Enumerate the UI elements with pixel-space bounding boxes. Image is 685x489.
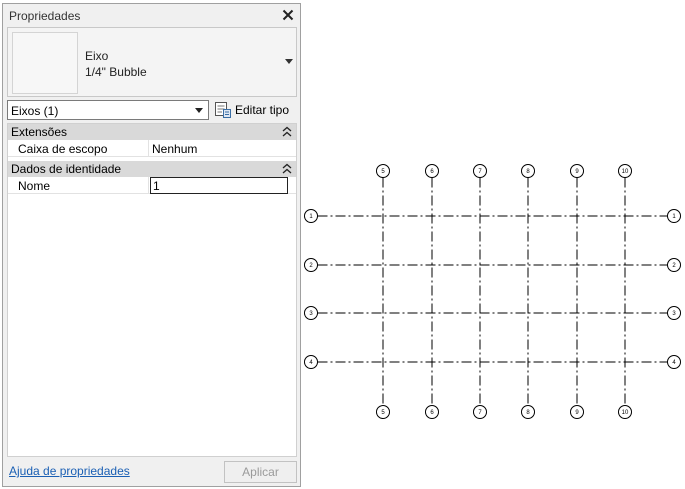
instance-filter-dropdown[interactable]: Eixos (1) [7, 100, 209, 120]
edit-type-icon [215, 102, 231, 118]
grid-bubble-left-2[interactable]: 2 [304, 258, 318, 272]
grid-bubble-top-5[interactable]: 5 [376, 164, 390, 178]
property-name: Caixa de escopo [18, 142, 108, 156]
column-divider [148, 140, 149, 157]
grid-bubble-top-9[interactable]: 9 [570, 164, 584, 178]
properties-palette: Propriedades Eixo 1/4" Bubble Eixos (1) … [2, 3, 301, 487]
collapse-icon[interactable] [282, 163, 292, 175]
group-label: Extensões [11, 125, 68, 139]
grid-bubble-bottom-5[interactable]: 5 [376, 405, 390, 419]
grid-drawing-canvas[interactable]: 5 5 6 6 7 7 8 8 9 9 10 10 1 1 2 2 3 3 4 4 [301, 0, 685, 489]
edit-type-button[interactable]: Editar tipo [214, 99, 300, 121]
group-label: Dados de identidade [11, 162, 122, 176]
collapse-icon[interactable] [282, 126, 292, 138]
chevron-down-icon [195, 108, 203, 113]
palette-title: Propriedades [9, 9, 81, 23]
grid-bubble-label: 10 [622, 410, 629, 416]
property-row-caixa-de-escopo[interactable]: Caixa de escopo Nenhum [8, 140, 296, 157]
grid-bubble-bottom-6[interactable]: 6 [425, 405, 439, 419]
palette-title-bar[interactable]: Propriedades [3, 4, 300, 26]
grid-bubble-top-8[interactable]: 8 [521, 164, 535, 178]
grid-bubble-top-10[interactable]: 10 [618, 164, 632, 178]
edit-type-label: Editar tipo [235, 103, 290, 117]
property-value[interactable]: Nenhum [152, 142, 197, 156]
instance-filter-label: Eixos (1) [11, 104, 59, 118]
grid-bubble-top-7[interactable]: 7 [473, 164, 487, 178]
properties-help-link[interactable]: Ajuda de propriedades [9, 464, 130, 478]
group-header-dados-de-identidade[interactable]: Dados de identidade [8, 161, 296, 177]
grid-bubble-right-3[interactable]: 3 [667, 306, 681, 320]
grid-bubble-left-1[interactable]: 1 [304, 209, 318, 223]
grid-bubble-bottom-9[interactable]: 9 [570, 405, 584, 419]
grid-bubble-top-6[interactable]: 6 [425, 164, 439, 178]
properties-grid: Extensões Caixa de escopo Nenhum Dados d… [7, 123, 297, 457]
type-dropdown-arrow-icon[interactable] [285, 59, 293, 64]
grid-bubble-bottom-8[interactable]: 8 [521, 405, 535, 419]
close-icon[interactable] [280, 7, 296, 23]
grid-bubble-left-3[interactable]: 3 [304, 306, 318, 320]
name-input[interactable] [150, 177, 288, 194]
type-name-label: 1/4" Bubble [85, 65, 147, 79]
grid-bubble-right-4[interactable]: 4 [667, 355, 681, 369]
property-row-nome[interactable]: Nome [8, 177, 296, 194]
apply-button[interactable]: Aplicar [224, 461, 297, 483]
grid-bubble-label: 10 [622, 169, 629, 175]
grid-bubble-left-4[interactable]: 4 [304, 355, 318, 369]
column-divider [148, 177, 149, 194]
grid-bubble-right-1[interactable]: 1 [667, 209, 681, 223]
type-selector[interactable]: Eixo 1/4" Bubble [7, 27, 297, 97]
type-preview-thumbnail [12, 32, 78, 94]
type-family-label: Eixo [85, 49, 109, 63]
grid-bubble-bottom-7[interactable]: 7 [473, 405, 487, 419]
grid-bubble-bottom-10[interactable]: 10 [618, 405, 632, 419]
group-header-extensoes[interactable]: Extensões [8, 124, 296, 140]
grid-bubble-right-2[interactable]: 2 [667, 258, 681, 272]
property-name: Nome [18, 179, 51, 193]
